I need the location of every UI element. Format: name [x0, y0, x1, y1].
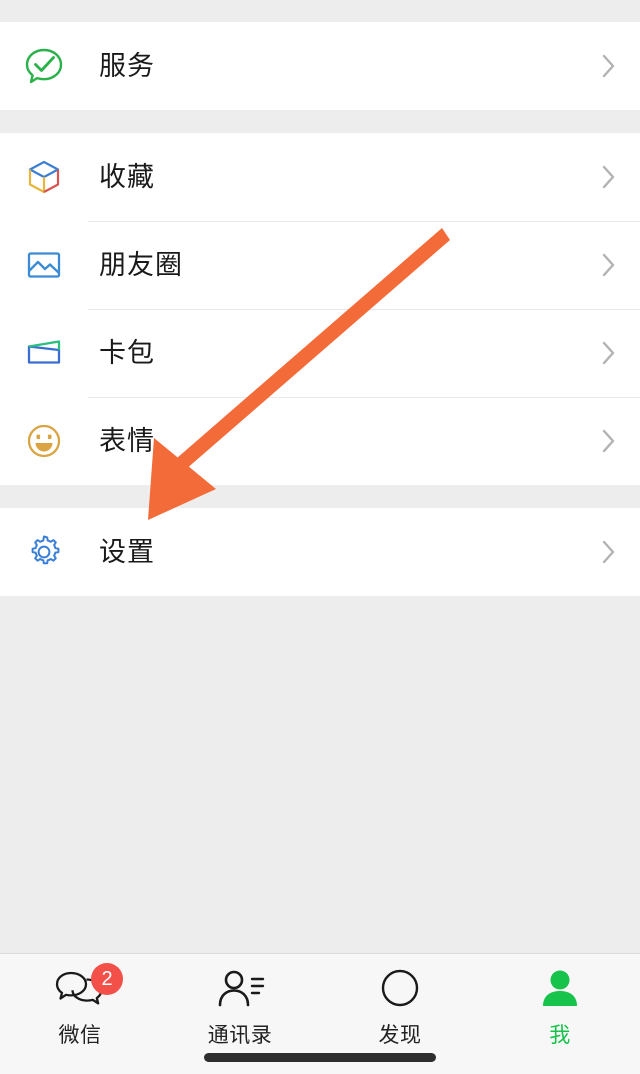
list-item-services[interactable]: 服务 [0, 22, 640, 110]
chevron-right-icon [596, 48, 618, 84]
home-indicator [204, 1053, 436, 1062]
tab-label: 我 [549, 1024, 571, 1047]
list-item-label: 服务 [99, 50, 155, 81]
bottom-tab-bar: 2 微信 通讯录 发现 我 [0, 953, 640, 1074]
person-icon [534, 966, 586, 1014]
compass-icon [374, 966, 426, 1014]
settings-list-scroll-area[interactable]: 服务 收藏 朋友圈 卡包 表情 设置 [0, 0, 640, 953]
settings-gear-icon [22, 530, 66, 574]
list-item-label: 设置 [99, 536, 155, 567]
cards-wallet-icon [22, 331, 66, 375]
tab-label: 微信 [58, 1024, 102, 1047]
list-item-favorites[interactable]: 收藏 [0, 133, 640, 221]
tab-label: 发现 [378, 1024, 422, 1047]
chevron-right-icon [596, 159, 618, 195]
contacts-icon [214, 966, 266, 1014]
chevron-right-icon [596, 423, 618, 459]
content-section: 收藏 朋友圈 卡包 表情 [0, 133, 640, 485]
tab-wechat[interactable]: 2 微信 [0, 954, 160, 1074]
list-item-stickers[interactable]: 表情 [0, 397, 640, 485]
tab-label: 通讯录 [207, 1024, 273, 1047]
list-item-label: 朋友圈 [99, 249, 183, 280]
moments-photo-icon [22, 243, 66, 287]
settings-section: 设置 [0, 508, 640, 596]
wechat-me-screen: 服务 收藏 朋友圈 卡包 表情 设置 2 微信 通讯录 发现 我 [0, 0, 640, 1074]
unread-badge: 2 [91, 963, 123, 995]
chat-bubbles-icon: 2 [54, 963, 123, 1014]
services-chat-check-icon [22, 44, 66, 88]
stickers-smiley-icon [22, 419, 66, 463]
chevron-right-icon [596, 534, 618, 570]
list-item-settings[interactable]: 设置 [0, 508, 640, 596]
list-item-label: 表情 [99, 425, 155, 456]
section-gap-top [0, 0, 640, 22]
tab-me[interactable]: 我 [480, 954, 640, 1074]
services-section: 服务 [0, 22, 640, 110]
chevron-right-icon [596, 335, 618, 371]
section-gap-1 [0, 110, 640, 133]
chevron-right-icon [596, 247, 618, 283]
list-item-label: 收藏 [99, 161, 155, 192]
section-gap-2 [0, 485, 640, 508]
list-item-label: 卡包 [99, 337, 155, 368]
list-item-cards[interactable]: 卡包 [0, 309, 640, 397]
list-item-moments[interactable]: 朋友圈 [0, 221, 640, 309]
favorites-cube-icon [22, 155, 66, 199]
